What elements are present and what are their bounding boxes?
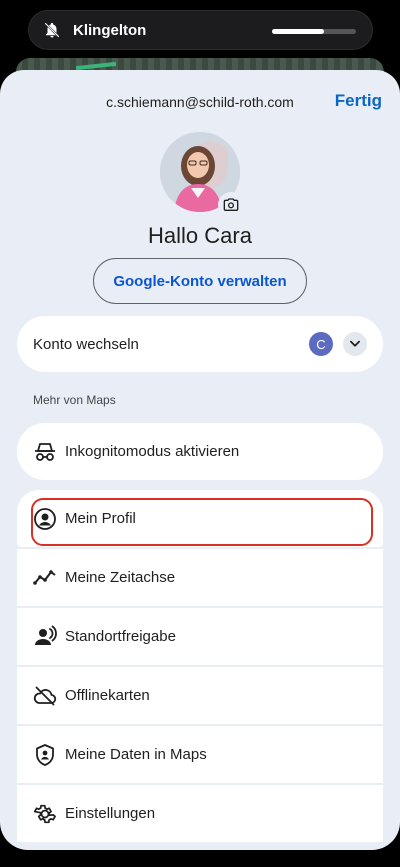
menu-item-label: Meine Daten in Maps <box>65 746 207 763</box>
account-initial-avatar: C <box>309 332 333 356</box>
menu-item-label: Offlinekarten <box>65 687 150 704</box>
timeline-icon <box>33 566 57 590</box>
greeting: Hallo Cara <box>148 223 252 248</box>
switch-account-label: Konto wechseln <box>33 335 139 353</box>
menu-item-offline-maps[interactable]: Offlinekarten <box>17 667 383 724</box>
manage-account-button[interactable]: Google-Konto verwalten <box>93 258 307 304</box>
section-title-more: Mehr von Maps <box>33 393 116 407</box>
menu-item-label: Standortfreigabe <box>65 628 176 645</box>
volume-indicator: Klingelton <box>28 10 373 50</box>
incognito-row[interactable]: Inkognitomodus aktivieren <box>17 423 383 480</box>
account-sheet: c.schiemann@schild-roth.com Fertig Hallo… <box>0 70 400 850</box>
menu-list: Mein Profil Meine Zeitachse Standortfrei… <box>17 490 383 844</box>
menu-item-profile[interactable]: Mein Profil <box>17 490 383 547</box>
menu-item-my-data[interactable]: Meine Daten in Maps <box>17 726 383 783</box>
volume-label: Klingelton <box>73 21 147 39</box>
switch-account-row[interactable]: Konto wechseln C <box>17 316 383 372</box>
menu-item-label: Mein Profil <box>65 510 136 527</box>
incognito-label: Inkognitomodus aktivieren <box>65 443 240 460</box>
avatar[interactable] <box>160 132 244 218</box>
menu-item-timeline[interactable]: Meine Zeitachse <box>17 549 383 606</box>
done-button[interactable]: Fertig <box>335 91 382 111</box>
incognito-icon <box>33 440 57 464</box>
offline-cloud-icon <box>33 684 57 708</box>
gear-icon <box>33 802 57 826</box>
menu-item-location-sharing[interactable]: Standortfreigabe <box>17 608 383 665</box>
menu-item-settings[interactable]: Einstellungen <box>17 785 383 842</box>
shield-icon <box>33 743 57 767</box>
bell-muted-icon <box>43 21 61 39</box>
menu-item-label: Einstellungen <box>65 805 156 822</box>
menu-item-label: Meine Zeitachse <box>65 569 176 586</box>
volume-slider[interactable] <box>272 29 356 34</box>
chevron-down-icon[interactable] <box>343 332 367 356</box>
profile-icon <box>33 507 57 531</box>
camera-icon[interactable] <box>218 192 244 218</box>
location-sharing-icon <box>33 625 57 649</box>
screen: Klingelton c.schiemann@schild-roth.com F… <box>0 0 400 867</box>
volume-slider-fill <box>272 29 325 34</box>
bottom-edge <box>0 850 400 867</box>
